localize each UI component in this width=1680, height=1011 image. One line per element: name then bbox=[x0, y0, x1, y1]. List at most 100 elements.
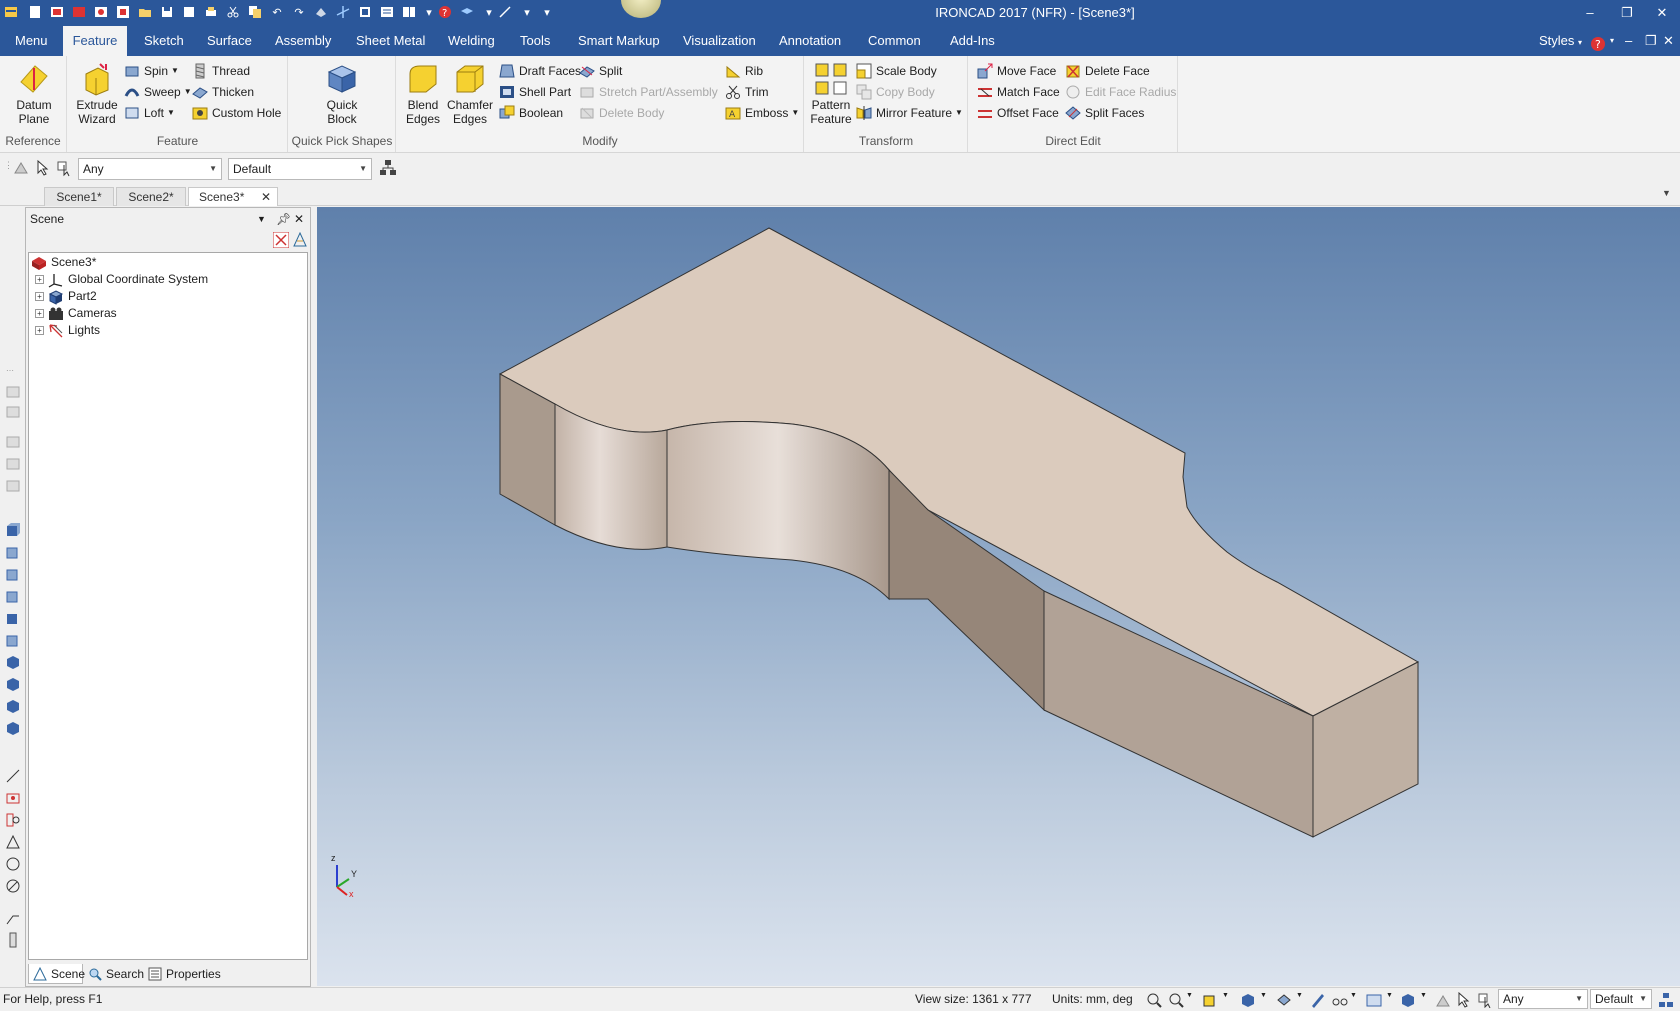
front-view-icon[interactable] bbox=[5, 522, 21, 538]
copy-body-button[interactable]: Copy Body bbox=[856, 82, 935, 102]
rotate-tool-icon[interactable] bbox=[5, 878, 21, 894]
panel-tab-scene[interactable]: Scene bbox=[28, 964, 85, 984]
custom-hole-button[interactable]: Custom Hole bbox=[192, 103, 281, 123]
part-model[interactable] bbox=[317, 207, 1680, 986]
tree-node-lights[interactable]: + Lights bbox=[35, 322, 100, 339]
tab-annotation[interactable]: Annotation bbox=[771, 26, 849, 56]
normal-view-icon[interactable] bbox=[5, 720, 21, 736]
delete-body-button[interactable]: Delete Body bbox=[579, 103, 664, 123]
camera-tool-icon[interactable] bbox=[5, 790, 21, 806]
stretch-part-assembly-button[interactable]: Stretch Part/Assembly bbox=[579, 82, 718, 102]
dropdown-caret-icon[interactable]: ▾ bbox=[1610, 26, 1614, 56]
close-tab-icon[interactable]: ✕ bbox=[261, 188, 271, 206]
expand-icon[interactable]: + bbox=[35, 309, 44, 318]
section-view-icon[interactable] bbox=[1400, 992, 1416, 1008]
tree-node-cameras[interactable]: + Cameras bbox=[35, 305, 117, 322]
dropdown-caret-icon[interactable]: ▼ bbox=[1222, 992, 1238, 1008]
sketch-line-icon[interactable] bbox=[5, 768, 21, 784]
hierarchy-status-icon[interactable] bbox=[1658, 992, 1674, 1008]
restore-button[interactable]: ❐ bbox=[1610, 2, 1644, 24]
tab-sketch[interactable]: Sketch bbox=[136, 26, 192, 56]
doc-tab-scene2[interactable]: Scene2* bbox=[116, 187, 186, 206]
tree-filter-icon[interactable] bbox=[292, 231, 308, 251]
view-tool-5-icon[interactable] bbox=[5, 478, 21, 494]
tab-assembly[interactable]: Assembly bbox=[267, 26, 339, 56]
doc-tab-scene3[interactable]: Scene3* ✕ bbox=[188, 187, 278, 206]
dropdown-caret-icon[interactable]: ▼ bbox=[1186, 992, 1202, 1008]
dropdown-caret-icon[interactable]: ▼ bbox=[1350, 992, 1366, 1008]
rib-button[interactable]: Rib bbox=[725, 61, 763, 81]
right-view-icon[interactable] bbox=[5, 588, 21, 604]
move-face-button[interactable]: Move Face bbox=[977, 61, 1056, 81]
panel-menu-chevron-icon[interactable]: ▼ bbox=[257, 208, 266, 230]
pin-icon[interactable]: 📌︎ bbox=[276, 208, 291, 230]
view-cube-icon[interactable] bbox=[1240, 992, 1256, 1008]
chamfer-edges-button[interactable]: Chamfer Edges bbox=[446, 62, 494, 126]
select-pointer-status-icon[interactable] bbox=[1456, 991, 1472, 1008]
delete-face-button[interactable]: Delete Face bbox=[1065, 61, 1150, 81]
shell-part-button[interactable]: Shell Part bbox=[499, 82, 571, 102]
tab-visualization[interactable]: Visualization bbox=[675, 26, 764, 56]
dimetric-view-icon[interactable] bbox=[5, 676, 21, 692]
style-dropdown[interactable]: Default ▼ bbox=[228, 158, 372, 180]
view-tool-1-icon[interactable] bbox=[5, 384, 21, 400]
left-view-icon[interactable] bbox=[5, 566, 21, 582]
pick-part-status-icon[interactable] bbox=[1434, 992, 1450, 1008]
iso-view-icon[interactable] bbox=[5, 654, 21, 670]
loft-button[interactable]: Loft ▼ bbox=[124, 103, 175, 123]
minimize-button[interactable]: – bbox=[1573, 2, 1607, 24]
panel-tab-properties[interactable]: Properties bbox=[144, 964, 221, 984]
selection-filter-dropdown[interactable]: Any ▼ bbox=[78, 158, 222, 180]
tab-welding[interactable]: Welding bbox=[440, 26, 503, 56]
edit-face-radius-button[interactable]: Edit Face Radius bbox=[1065, 82, 1176, 102]
part-curved-face-2[interactable] bbox=[666, 421, 890, 601]
spin-button[interactable]: Spin ▼ bbox=[124, 61, 179, 81]
tab-common[interactable]: Common bbox=[860, 26, 929, 56]
extrude-wizard-button[interactable]: Extrude Wizard bbox=[74, 62, 120, 126]
view-tool-4-icon[interactable] bbox=[5, 456, 21, 472]
display-mode-icon[interactable] bbox=[1366, 992, 1382, 1008]
zoom-fit-icon[interactable] bbox=[1146, 992, 1162, 1008]
tab-add-ins[interactable]: Add-Ins bbox=[942, 26, 1003, 56]
emboss-button[interactable]: A Emboss ▼ bbox=[725, 103, 799, 123]
expand-icon[interactable]: + bbox=[35, 326, 44, 335]
tab-list-chevron-icon[interactable]: ▼ bbox=[1662, 188, 1671, 198]
angle-tool-icon[interactable] bbox=[5, 834, 21, 850]
tab-smart-markup[interactable]: Smart Markup bbox=[570, 26, 668, 56]
select-filter-status-icon[interactable] bbox=[1478, 992, 1494, 1009]
status-style-dropdown[interactable]: Default ▼ bbox=[1590, 989, 1652, 1009]
doc-close-button[interactable]: ✕ bbox=[1663, 26, 1674, 56]
expand-icon[interactable]: + bbox=[35, 292, 44, 301]
camera-target-icon[interactable] bbox=[5, 812, 21, 828]
select-pointer-icon[interactable] bbox=[34, 159, 52, 180]
view-tool-3-icon[interactable] bbox=[5, 434, 21, 450]
draft-faces-button[interactable]: Draft Faces bbox=[499, 61, 581, 81]
sweep-button[interactable]: Sweep ▼ bbox=[124, 82, 192, 102]
tab-sheet-metal[interactable]: Sheet Metal bbox=[348, 26, 433, 56]
mirror-feature-button[interactable]: Mirror Feature ▼ bbox=[856, 103, 963, 123]
styles-menu[interactable]: Styles ▾ bbox=[1539, 26, 1582, 58]
view-tool-2-icon[interactable] bbox=[5, 404, 21, 420]
bottom-view-icon[interactable] bbox=[5, 632, 21, 648]
quick-block-button[interactable]: Quick Block bbox=[317, 62, 367, 126]
thicken-button[interactable]: Thicken bbox=[192, 82, 254, 102]
render-mode-icon[interactable] bbox=[1202, 992, 1218, 1008]
pattern-feature-button[interactable]: Pattern Feature bbox=[808, 62, 854, 126]
hierarchy-icon[interactable] bbox=[379, 159, 397, 180]
tab-feature[interactable]: Feature bbox=[63, 26, 127, 56]
top-view-icon[interactable] bbox=[5, 610, 21, 626]
smart-dimension-icon[interactable] bbox=[5, 910, 21, 926]
match-face-button[interactable]: Match Face bbox=[977, 82, 1060, 102]
offset-face-button[interactable]: Offset Face bbox=[977, 103, 1059, 123]
tab-tools[interactable]: Tools bbox=[512, 26, 558, 56]
status-filter-dropdown[interactable]: Any ▼ bbox=[1498, 989, 1588, 1009]
panel-tab-search[interactable]: Search bbox=[84, 964, 144, 984]
zoom-icon[interactable] bbox=[1168, 992, 1184, 1008]
clear-filter-icon[interactable] bbox=[272, 231, 290, 251]
dropdown-caret-icon[interactable]: ▼ bbox=[1260, 992, 1276, 1008]
tab-surface[interactable]: Surface bbox=[199, 26, 260, 56]
trimetric-view-icon[interactable] bbox=[5, 698, 21, 714]
doc-minimize-button[interactable]: – bbox=[1625, 26, 1632, 56]
split-faces-button[interactable]: Split Faces bbox=[1065, 103, 1144, 123]
pick-part-icon[interactable] bbox=[12, 159, 30, 180]
